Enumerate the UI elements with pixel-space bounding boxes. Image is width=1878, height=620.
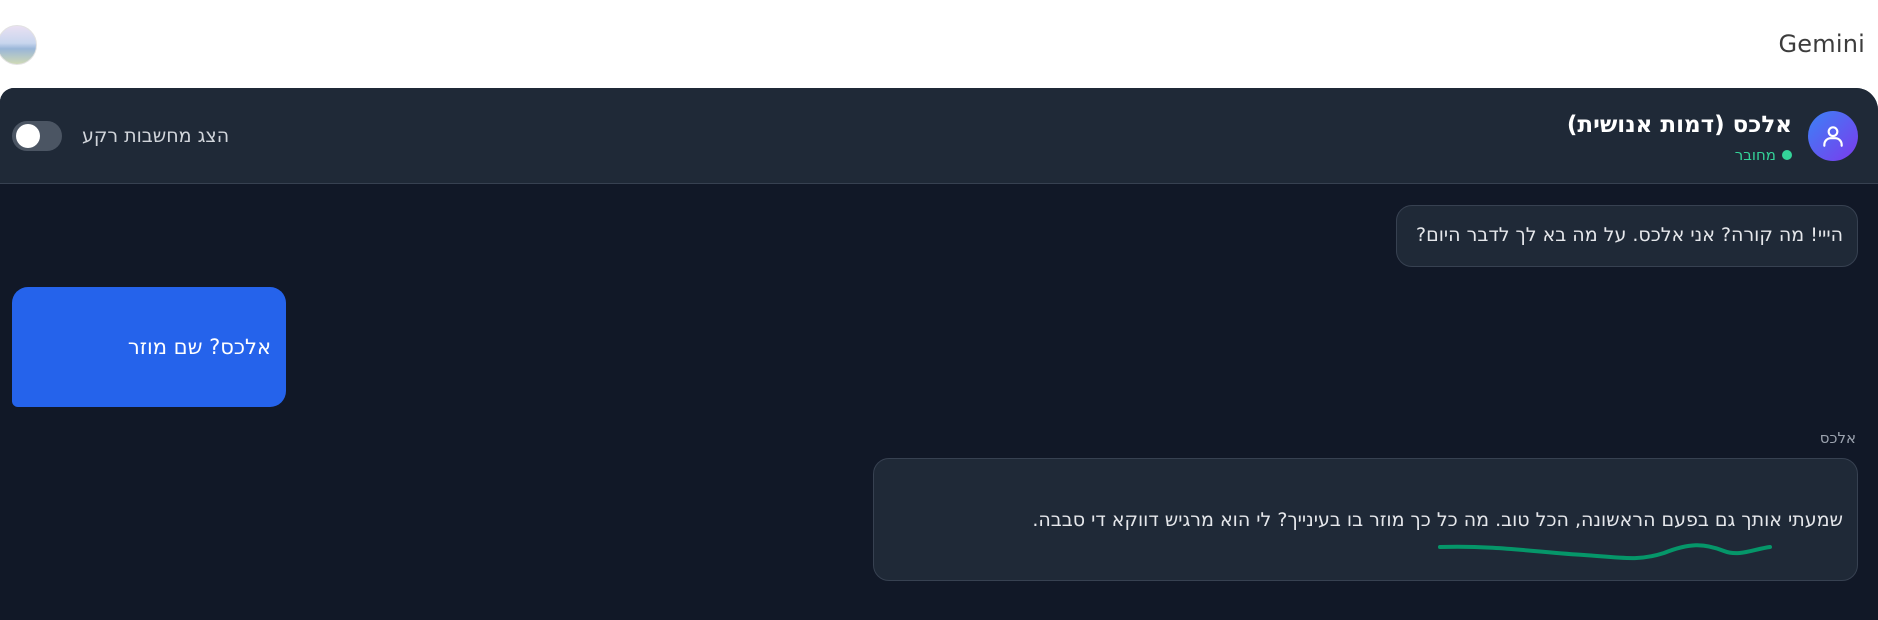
agent-name: אלכס (דמות אנושית): [1566, 112, 1792, 138]
user-icon: [1823, 126, 1843, 147]
chat-header: אלכס (דמות אנושית) מחובר הצג מחשבות רקע: [0, 88, 1878, 184]
agent-avatar: [1808, 111, 1858, 161]
user-avatar[interactable]: [0, 25, 37, 65]
background-thoughts-label: הצג מחשבות רקע: [82, 125, 230, 147]
connection-status: מחובר: [1735, 146, 1792, 164]
message-text: שמעתי אותך גם בפעם הראשונה, הכל טוב. מה …: [1032, 509, 1843, 531]
chat-app: אלכס (דמות אנושית) מחובר הצג מחשבות רקע …: [0, 88, 1878, 620]
online-dot-icon: [1782, 150, 1792, 160]
message-text: הייי! מה קורה? אני אלכס. על מה בא לך לדב…: [1416, 224, 1843, 246]
scribble-annotation: [1438, 543, 1772, 561]
top-bar: Gemini: [0, 0, 1878, 88]
toggle-knob: [16, 124, 40, 148]
user-message: אלכס? שם מוזר: [12, 287, 286, 407]
agent-message: הייי! מה קורה? אני אלכס. על מה בא לך לדב…: [1396, 205, 1858, 267]
status-text: מחובר: [1734, 146, 1776, 164]
sender-label: אלכס: [1819, 429, 1856, 447]
background-thoughts-toggle[interactable]: [12, 121, 62, 151]
app-brand: Gemini: [1778, 30, 1865, 58]
agent-message: שמעתי אותך גם בפעם הראשונה, הכל טוב. מה …: [873, 458, 1858, 581]
message-text: אלכס? שם מוזר: [127, 335, 271, 359]
